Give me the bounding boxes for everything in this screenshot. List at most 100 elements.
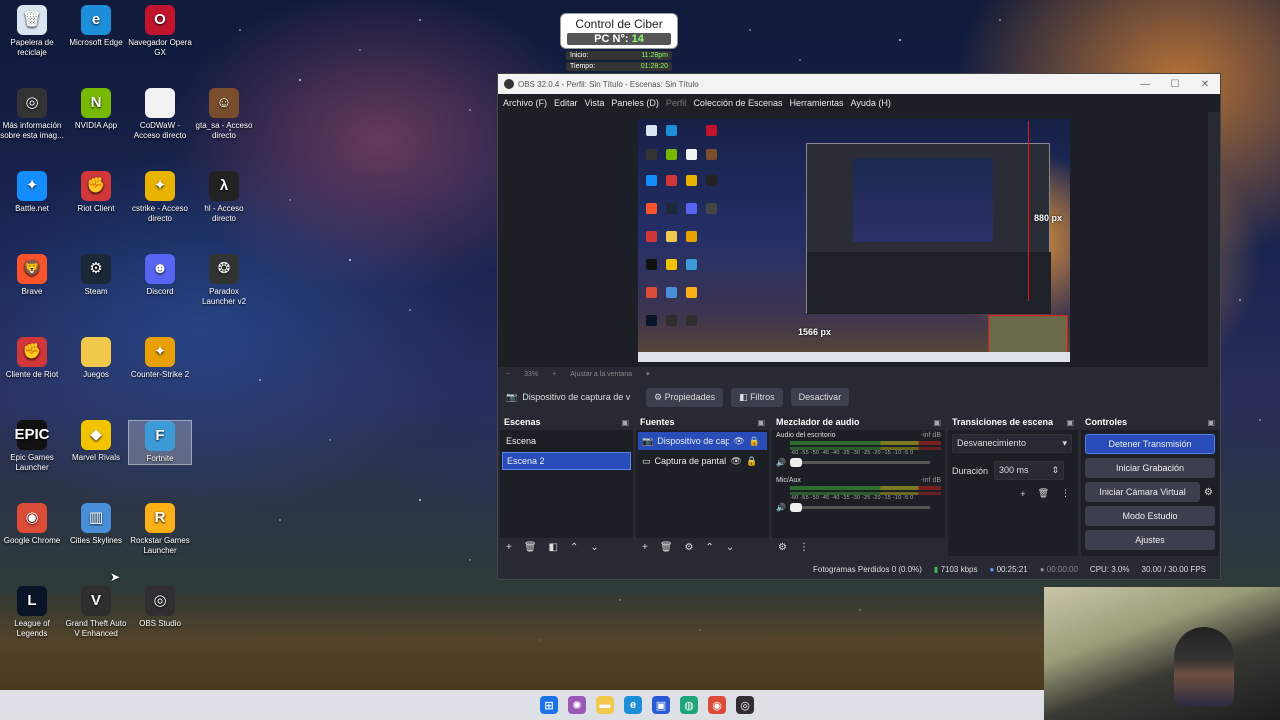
zoom-out-button[interactable]: − [506, 371, 510, 378]
desktop-icon[interactable]: ◎ OBS Studio [128, 586, 192, 629]
spin-arrows-icon[interactable]: ⇕ [1051, 465, 1059, 476]
desktop-icon[interactable]: ☺ gta_sa - Acceso directo [192, 88, 256, 141]
duration-input[interactable]: 300 ms ⇕ [994, 461, 1065, 480]
windows-start-icon[interactable]: ⊞ [540, 696, 558, 714]
desktop-icon[interactable]: ▥ Cities Skylines [64, 503, 128, 546]
volume-slider[interactable]: 🔊 [776, 458, 941, 467]
edge-icon[interactable]: e [624, 696, 642, 714]
undock-icon[interactable]: ▣ [1207, 418, 1215, 427]
desktop-icon[interactable]: ☻ Discord [128, 254, 192, 297]
add-transition-icon[interactable]: + [1020, 489, 1025, 499]
move-down-icon[interactable]: ⌄ [590, 542, 598, 553]
source-properties-icon[interactable]: ⚙ [685, 542, 694, 553]
speaker-icon[interactable]: 🔊 [776, 458, 786, 467]
gear-icon[interactable]: ⚙ [1204, 487, 1213, 498]
chrome-icon[interactable]: ◉ [708, 696, 726, 714]
remove-scene-icon[interactable]: 🗑 [524, 542, 537, 553]
menu-archivo[interactable]: Archivo (F) [503, 98, 547, 108]
slider-knob[interactable] [789, 503, 802, 512]
desktop-icon[interactable]: ❂ Paradox Launcher v2 [192, 254, 256, 307]
file-explorer-icon[interactable]: ▬ [596, 696, 614, 714]
more-options-icon[interactable]: ⋮ [799, 542, 809, 553]
menu-editar[interactable]: Editar [554, 98, 578, 108]
desktop-icon[interactable]: ✊ Cliente de Riot [0, 337, 64, 380]
move-down-icon[interactable]: ⌄ [726, 542, 734, 553]
move-up-icon[interactable]: ⌃ [570, 542, 578, 553]
scene-filters-icon[interactable]: ◧ [549, 542, 558, 553]
minimize-button[interactable]: — [1130, 79, 1160, 90]
source-item[interactable]: ▭ Captura de pantal 👁 🔒 [638, 452, 767, 470]
obs-preview-canvas[interactable]: 880 px 1566 px [638, 119, 1070, 362]
chevron-down-icon[interactable]: ▾ [646, 370, 650, 378]
slider-knob[interactable] [789, 458, 802, 467]
lock-icon[interactable]: 🔒 [746, 456, 757, 467]
desktop-icon[interactable]: ✦ Counter-Strike 2 [128, 337, 192, 380]
settings-button[interactable]: Ajustes [1085, 530, 1215, 550]
desktop-icon[interactable]: N NVIDIA App [64, 88, 128, 131]
add-source-icon[interactable]: + [642, 542, 648, 553]
desktop-icon[interactable]: 🦁 Brave [0, 254, 64, 297]
desktop-icon[interactable]: ✦ Battle.net [0, 171, 64, 214]
properties-button[interactable]: ⚙ Propiedades [646, 387, 724, 407]
xbox-icon[interactable]: ◍ [680, 696, 698, 714]
menu-paneles[interactable]: Paneles (D) [611, 98, 659, 108]
obs-titlebar[interactable]: OBS 32.0.4 - Perfil: Sin Título - Escena… [498, 74, 1220, 94]
scene-item[interactable]: Escena [502, 432, 631, 450]
advanced-audio-icon[interactable]: ⚙ [778, 542, 787, 553]
copilot-icon[interactable]: ✺ [568, 696, 586, 714]
add-scene-icon[interactable]: + [506, 542, 512, 553]
slider-track[interactable] [789, 458, 930, 467]
desktop-icon[interactable]: EPIC Epic Games Launcher [0, 420, 64, 473]
source-item[interactable]: 📷 Dispositivo de cap 👁 🔒 [638, 432, 767, 450]
desktop-icon[interactable]: O Navegador Opera GX [128, 5, 192, 58]
menu-herramientas[interactable]: Herramientas [790, 98, 844, 108]
menu-ayuda[interactable]: Ayuda (H) [851, 98, 891, 108]
desktop-icon[interactable]: CoDWaW - Acceso directo [128, 88, 192, 141]
menu-coleccion-escenas[interactable]: Colección de Escenas [693, 98, 782, 108]
menu-perfil[interactable]: Perfil [666, 98, 687, 108]
desktop-icon[interactable]: Juegos [64, 337, 128, 380]
fit-to-window-button[interactable]: Ajustar a la ventana [570, 371, 632, 378]
remove-transition-icon[interactable]: 🗑 [1038, 488, 1049, 499]
slider-track[interactable] [789, 503, 930, 512]
desktop-icon[interactable]: ◎ Más información sobre esta imag... [0, 88, 64, 141]
studio-mode-button[interactable]: Modo Estudio [1085, 506, 1215, 526]
deactivate-button[interactable]: Desactivar [790, 388, 850, 406]
start-recording-button[interactable]: Iniciar Grabación [1085, 458, 1215, 478]
visibility-eye-icon[interactable]: 👁 [733, 436, 744, 447]
desktop-icon[interactable]: R Rockstar Games Launcher [128, 503, 192, 556]
lock-icon[interactable]: 🔒 [749, 436, 760, 447]
filters-button[interactable]: ◧ Filtros [731, 387, 783, 407]
desktop-icon[interactable]: e Microsoft Edge [64, 5, 128, 48]
maximize-button[interactable]: ☐ [1160, 79, 1190, 90]
remove-source-icon[interactable]: 🗑 [660, 542, 673, 553]
store-icon[interactable]: ▣ [652, 696, 670, 714]
undock-icon[interactable]: ▣ [621, 418, 629, 427]
scene-item[interactable]: Escena 2 [502, 452, 631, 470]
volume-slider[interactable]: 🔊 [776, 503, 941, 512]
menu-vista[interactable]: Vista [585, 98, 605, 108]
desktop-icon[interactable]: 🗑 Papelera de reciclaje [0, 5, 64, 58]
close-button[interactable]: ✕ [1190, 79, 1220, 90]
desktop-icon[interactable]: ✊ Riot Client [64, 171, 128, 214]
more-options-icon[interactable]: ⋮ [1061, 488, 1070, 499]
obs-icon[interactable]: ◎ [736, 696, 754, 714]
undock-icon[interactable]: ▣ [1066, 418, 1074, 427]
transition-select[interactable]: Desvanecimiento ▾ [952, 434, 1072, 453]
stop-streaming-button[interactable]: Detener Transmisión [1085, 434, 1215, 454]
speaker-icon[interactable]: 🔊 [776, 503, 786, 512]
desktop-icon[interactable]: L League of Legends [0, 586, 64, 639]
desktop-icon[interactable]: λ hl - Acceso directo [192, 171, 256, 224]
desktop-icon[interactable]: ◉ Google Chrome [0, 503, 64, 546]
zoom-in-button[interactable]: + [552, 371, 556, 378]
desktop-icon[interactable]: ◆ Marvel Rivals [64, 420, 128, 463]
desktop-icon[interactable]: ✦ cstrike - Acceso directo [128, 171, 192, 224]
desktop-icon[interactable]: F Fortnite [128, 420, 192, 465]
undock-icon[interactable]: ▣ [933, 418, 941, 427]
desktop-icon[interactable]: ⚙ Steam [64, 254, 128, 297]
undock-icon[interactable]: ▣ [757, 418, 765, 427]
start-virtual-camera-button[interactable]: Iniciar Cámara Virtual [1085, 482, 1201, 502]
desktop-icon[interactable]: V Grand Theft Auto V Enhanced [64, 586, 128, 639]
visibility-eye-icon[interactable]: 👁 [731, 456, 742, 467]
move-up-icon[interactable]: ⌃ [706, 542, 714, 553]
